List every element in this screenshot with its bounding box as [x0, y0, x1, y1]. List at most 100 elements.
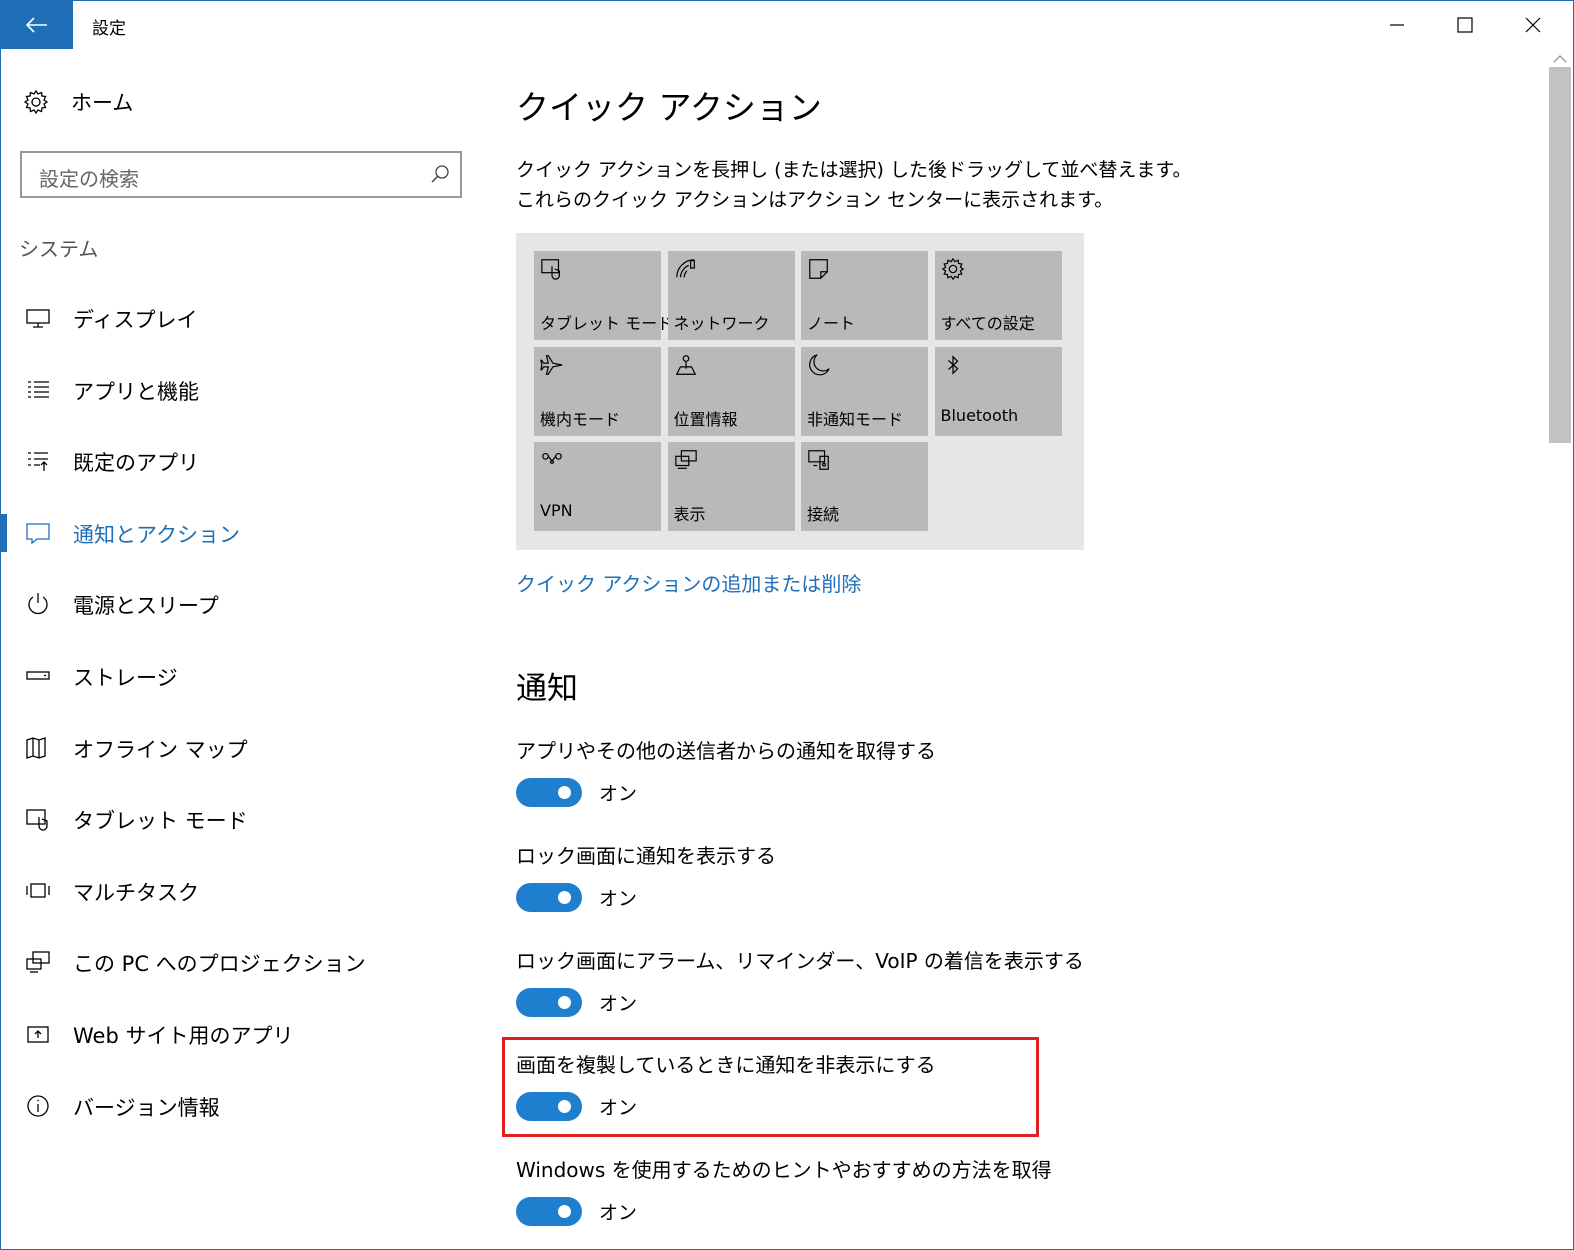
notifications-title: 通知 — [516, 671, 578, 707]
scrollbar[interactable] — [1547, 49, 1573, 1249]
monitor-icon — [25, 305, 51, 331]
sidebar-item-info[interactable]: バージョン情報 — [1, 1081, 481, 1131]
scroll-up-arrow-icon[interactable] — [1552, 53, 1568, 65]
sidebar-item-web-apps[interactable]: Web サイト用のアプリ — [1, 1009, 481, 1059]
sidebar-item-power[interactable]: 電源とスリープ — [1, 579, 481, 629]
quick-action-tile[interactable]: VPN — [534, 442, 661, 531]
quick-action-tile[interactable]: 非通知モード — [801, 346, 928, 436]
search-input[interactable]: 設定の検索 — [20, 151, 462, 198]
search-placeholder: 設定の検索 — [39, 167, 139, 191]
scrollbar-thumb[interactable] — [1549, 67, 1571, 443]
sidebar-item-label: アプリと機能 — [73, 380, 199, 404]
sidebar-item-tablet[interactable]: タブレット モード — [1, 794, 481, 844]
vpn-icon — [540, 448, 564, 472]
back-button[interactable] — [1, 1, 73, 49]
close-icon — [1525, 17, 1541, 33]
quick-action-label: タブレット モード — [540, 314, 674, 333]
quick-action-tile[interactable]: すべての設定 — [934, 251, 1062, 340]
settings-window: 設定 ホーム 設定の検索 システム ディスプレイ アプリと機能 既定のアプリ 通… — [0, 0, 1574, 1250]
quick-action-label: 位置情報 — [673, 409, 738, 429]
network-icon — [674, 257, 698, 281]
info-icon — [25, 1093, 51, 1119]
quick-action-tile[interactable]: タブレット モード — [534, 251, 673, 340]
map-icon — [25, 735, 51, 761]
toggle-state: オン — [599, 783, 638, 805]
toggle-knob — [558, 1205, 571, 1218]
quick-action-label: 表示 — [673, 505, 706, 524]
sidebar-item-label: 通知とアクション — [73, 523, 240, 547]
quick-action-label: VPN — [540, 501, 573, 520]
sidebar-item-default-apps[interactable]: 既定のアプリ — [1, 436, 481, 486]
home-label: ホーム — [71, 91, 134, 115]
notification-icon — [25, 520, 51, 546]
highlight-box — [502, 1037, 1039, 1137]
quick-action-tile[interactable]: ネットワーク — [667, 251, 795, 340]
connect-icon — [807, 448, 831, 472]
sidebar-item-label: マルチタスク — [73, 881, 199, 905]
sidebar-item-label: ストレージ — [73, 666, 178, 690]
window-title: 設定 — [92, 19, 126, 39]
page-title: クイック アクション — [516, 88, 822, 127]
toggle-knob — [558, 786, 571, 799]
close-button[interactable] — [1499, 1, 1567, 49]
sidebar-item-label: バージョン情報 — [73, 1096, 220, 1120]
location-icon — [674, 353, 698, 377]
minimize-button[interactable] — [1363, 1, 1431, 49]
sidebar-item-notification[interactable]: 通知とアクション — [1, 508, 481, 558]
projection-icon — [25, 949, 51, 975]
toggle-switch[interactable] — [516, 988, 582, 1017]
toggle-state: オン — [599, 993, 638, 1015]
setting-label: アプリやその他の送信者からの通知を取得する — [516, 739, 936, 763]
maximize-icon — [1457, 17, 1473, 33]
maximize-button[interactable] — [1431, 1, 1499, 49]
sidebar-item-label: 電源とスリープ — [73, 594, 219, 618]
quick-action-tile[interactable]: 表示 — [667, 442, 795, 531]
sidebar-item-monitor[interactable]: ディスプレイ — [1, 293, 481, 343]
quick-actions-description: クイック アクションを長押し (または選択) した後ドラッグして並べ替えます。こ… — [516, 159, 1192, 211]
quick-action-tile[interactable]: 接続 — [801, 442, 928, 531]
toggle-switch[interactable] — [516, 778, 582, 807]
web-apps-icon — [25, 1021, 51, 1047]
default-apps-icon — [25, 448, 51, 474]
sidebar-item-label: ディスプレイ — [73, 308, 198, 332]
home-link[interactable]: ホーム — [23, 87, 133, 117]
tablet-mode-icon — [540, 257, 564, 281]
toggle-knob — [558, 891, 571, 904]
gear-icon — [23, 89, 49, 115]
quick-action-label: Bluetooth — [940, 405, 1019, 425]
quick-action-label: ネットワーク — [673, 314, 770, 333]
bluetooth-icon — [941, 353, 965, 377]
sidebar-item-storage[interactable]: ストレージ — [1, 651, 481, 701]
section-title: システム — [19, 237, 99, 261]
quick-action-label: 接続 — [807, 505, 840, 524]
quick-action-label: 非通知モード — [807, 409, 904, 429]
list-icon — [25, 377, 51, 403]
quick-action-tile[interactable]: 位置情報 — [667, 346, 795, 436]
airplane-icon — [540, 353, 564, 377]
search-icon — [431, 165, 449, 183]
toggle-switch[interactable] — [516, 1197, 582, 1226]
tablet-icon — [25, 806, 51, 832]
toggle-switch[interactable] — [516, 883, 582, 912]
sidebar-item-list[interactable]: アプリと機能 — [1, 365, 481, 415]
sidebar-item-label: タブレット モード — [73, 809, 248, 833]
sidebar-item-map[interactable]: オフライン マップ — [1, 723, 481, 773]
toggle-knob — [558, 996, 571, 1009]
add-remove-quick-actions-link[interactable]: クイック アクションの追加または削除 — [516, 568, 861, 597]
sidebar-item-multitask[interactable]: マルチタスク — [1, 866, 481, 916]
quick-actions-panel: タブレット モード ネットワーク ノート すべての設定機内モード 位置情報 非通知モード B… — [516, 233, 1084, 550]
gear-icon — [941, 257, 965, 281]
display-icon — [674, 448, 698, 472]
quick-action-tile[interactable]: ノート — [801, 251, 928, 340]
quick-action-label: すべての設定 — [940, 314, 1035, 333]
sidebar-item-label: Web サイト用のアプリ — [73, 1024, 294, 1048]
note-icon — [807, 257, 831, 281]
sidebar: ホーム 設定の検索 システム ディスプレイ アプリと機能既定のアプリ通知とアクショ… — [1, 49, 481, 1249]
quick-action-tile[interactable]: 機内モード — [534, 346, 661, 436]
sidebar-item-projection[interactable]: この PC へのプロジェクション — [1, 937, 481, 987]
storage-icon — [25, 663, 51, 689]
sidebar-item-label: オフライン マップ — [73, 738, 248, 762]
back-arrow-icon — [26, 17, 47, 33]
toggle-state: オン — [599, 1202, 638, 1224]
quick-action-tile[interactable]: Bluetooth — [934, 346, 1062, 436]
